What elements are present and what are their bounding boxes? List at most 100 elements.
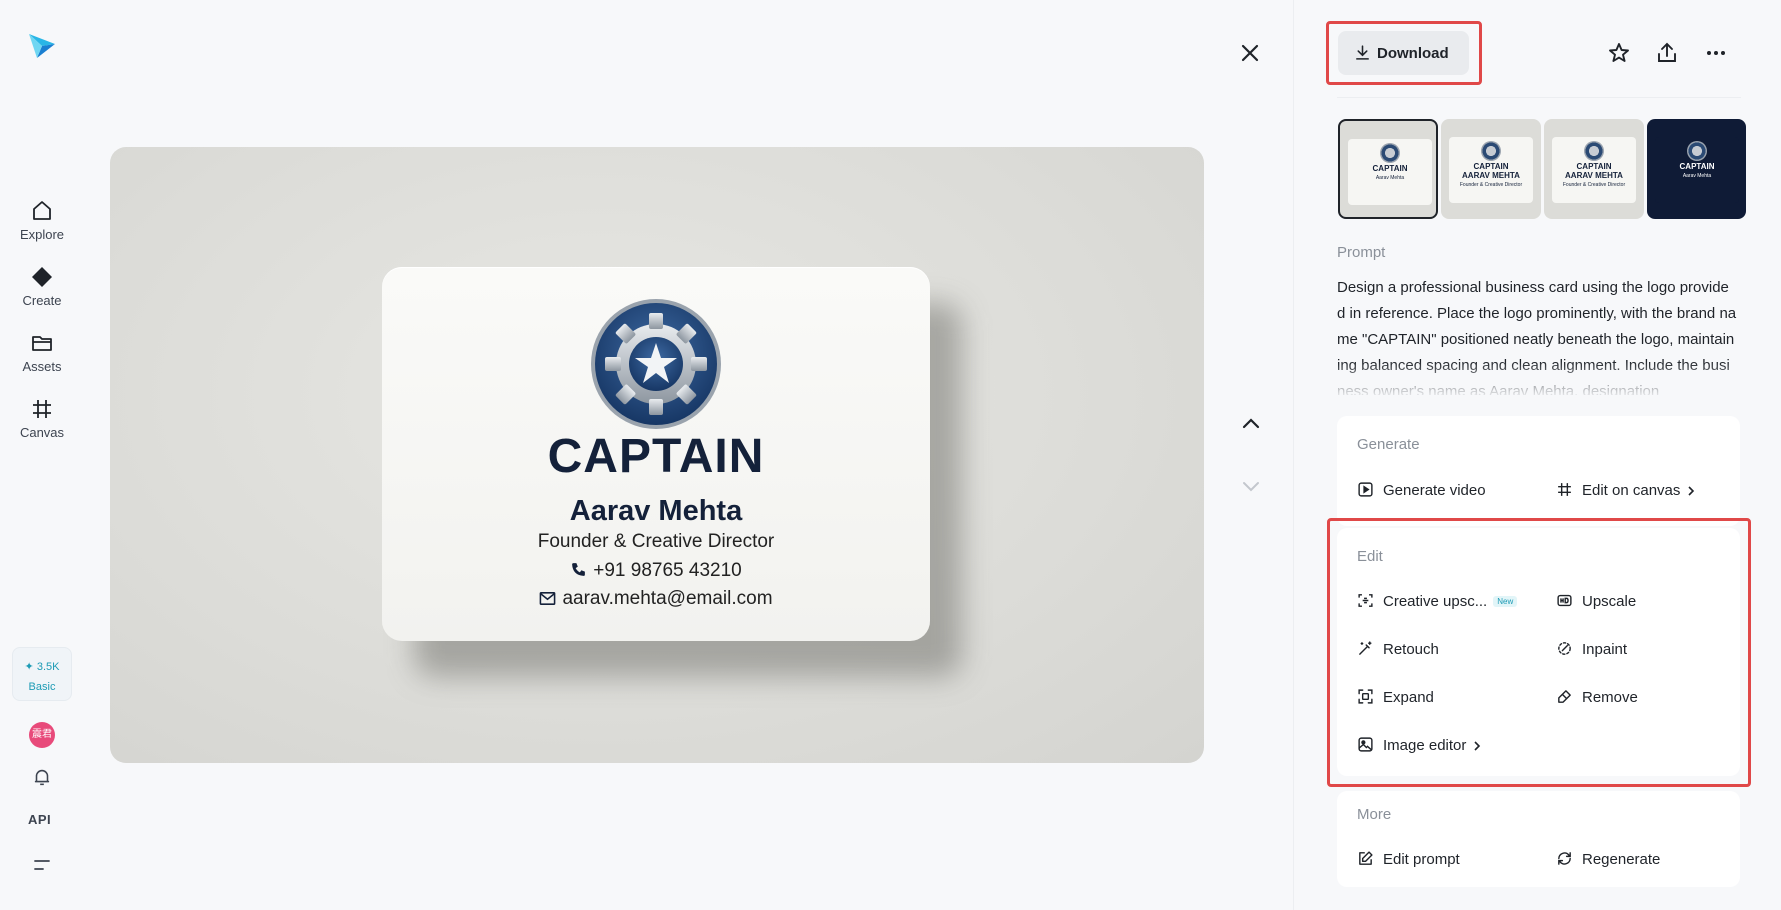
card-email-row: aarav.mehta@email.com xyxy=(382,588,930,610)
download-button[interactable]: Download xyxy=(1338,31,1469,75)
edit-prompt-label: Edit prompt xyxy=(1383,851,1460,868)
chevron-right-icon xyxy=(1688,486,1695,496)
thumbnail-card: CAPTAIN AARAV MEHTA Founder & Creative Dir… xyxy=(1449,137,1533,203)
card-brand: CAPTAIN xyxy=(547,430,765,483)
thumbnail-4[interactable]: CAPTAIN Aarav Mehta xyxy=(1647,119,1746,219)
thumbnail-3[interactable]: CAPTAIN AARAV MEHTA Founder & Creative Dir… xyxy=(1544,119,1644,219)
regenerate-icon xyxy=(1558,852,1571,865)
nav-canvas-label: Canvas xyxy=(19,425,65,440)
card-phone: +91 98765 43210 xyxy=(593,560,742,581)
next-image-arrow-icon[interactable] xyxy=(1240,475,1262,497)
generate-heading: Generate xyxy=(1357,436,1420,453)
thumbnail-card: CAPTAIN AARAV MEHTA Founder & Creative Dir… xyxy=(1552,137,1636,203)
left-sidebar: Explore Create Assets Canvas ✦ 3.5K Basi… xyxy=(0,0,84,910)
thumbnail-brand: CAPTAIN xyxy=(1679,162,1715,171)
generate-video-button[interactable]: Generate video xyxy=(1357,481,1486,499)
edit-prompt-button[interactable]: Edit prompt xyxy=(1357,850,1460,868)
edit-on-canvas-label: Edit on canvas xyxy=(1582,482,1681,499)
phone-icon xyxy=(572,563,586,576)
nav-assets-label: Assets xyxy=(22,359,62,374)
prompt-text[interactable]: Design a professional business card usin… xyxy=(1337,275,1737,395)
thumbnail-brand: CAPTAIN xyxy=(1372,164,1408,173)
image-editor-label: Image editor xyxy=(1383,737,1467,754)
nav-assets[interactable]: Assets xyxy=(0,331,84,374)
thumbnail-logo-icon xyxy=(1687,141,1707,161)
hd-icon xyxy=(1557,594,1572,607)
inpaint-icon xyxy=(1558,642,1571,655)
api-link[interactable]: API xyxy=(28,812,51,827)
thumbnail-2[interactable]: CAPTAIN AARAV MEHTA Founder & Creative Dir… xyxy=(1441,119,1541,219)
creative-upscale-label: Creative upsc... xyxy=(1383,593,1488,610)
thumbnail-card: CAPTAIN Aarav Mehta xyxy=(1655,137,1739,203)
inpaint-button[interactable]: Inpaint xyxy=(1556,640,1627,658)
image-editor-button[interactable]: Image editor xyxy=(1357,736,1482,754)
thumbnail-logo-icon xyxy=(1380,143,1400,163)
card-title: Founder & Creative Director xyxy=(537,531,775,552)
thumbnail-name: AARAV MEHTA xyxy=(1565,171,1623,180)
download-label: Download xyxy=(1377,45,1449,62)
nav-explore[interactable]: Explore xyxy=(0,199,84,242)
credits-plan: Basic xyxy=(28,681,56,693)
close-icon[interactable] xyxy=(1237,40,1263,66)
thumbnail-logo-icon xyxy=(1584,141,1604,161)
retouch-label: Retouch xyxy=(1383,641,1439,658)
thumbnail-sub: Founder & Creative Director xyxy=(1562,182,1626,188)
canvas-icon xyxy=(1558,483,1571,496)
share-icon[interactable] xyxy=(1655,41,1679,65)
credits-badge[interactable]: ✦ 3.5K Basic xyxy=(12,647,72,701)
nav-create[interactable]: Create xyxy=(0,265,84,308)
expand-icon xyxy=(1358,689,1373,704)
magic-wand-icon xyxy=(1359,641,1372,655)
remove-button[interactable]: Remove xyxy=(1556,688,1638,706)
creative-upscale-button[interactable]: Creative upsc... New xyxy=(1357,592,1518,610)
chevron-right-icon xyxy=(1474,741,1481,751)
eraser-icon xyxy=(1558,690,1571,703)
image-editor-icon xyxy=(1358,737,1373,752)
business-card: CAPTAIN Aarav Mehta Founder & Creative D… xyxy=(382,267,930,641)
expand-button[interactable]: Expand xyxy=(1357,688,1434,706)
star-icon[interactable] xyxy=(1607,41,1631,65)
thumbnail-card: CAPTAIN Aarav Mehta xyxy=(1348,139,1432,205)
card-name: Aarav Mehta xyxy=(569,495,743,527)
generate-section: Generate Generate video Edit on canvas xyxy=(1337,416,1740,526)
regenerate-label: Regenerate xyxy=(1582,851,1661,868)
canvas-icon xyxy=(33,400,51,418)
more-options-icon[interactable] xyxy=(1704,41,1728,65)
thumbnail-name: AARAV MEHTA xyxy=(1462,171,1520,180)
menu-icon[interactable] xyxy=(33,857,51,873)
bell-icon[interactable] xyxy=(31,766,53,788)
nav-canvas[interactable]: Canvas xyxy=(0,397,84,440)
edit-icon xyxy=(1359,851,1373,865)
mail-icon xyxy=(540,592,556,605)
creative-upscale-icon xyxy=(1358,594,1373,607)
thumbnail-sub: Aarav Mehta xyxy=(1682,173,1712,179)
nav-create-label: Create xyxy=(22,293,62,308)
gear-star-logo-icon xyxy=(591,299,721,429)
regenerate-button[interactable]: Regenerate xyxy=(1556,850,1660,868)
upscale-button[interactable]: Upscale xyxy=(1556,592,1636,610)
diamond-icon xyxy=(32,267,52,287)
retouch-button[interactable]: Retouch xyxy=(1357,640,1439,658)
new-badge: New xyxy=(1493,596,1518,607)
play-icon xyxy=(1358,482,1373,497)
generate-video-label: Generate video xyxy=(1383,482,1486,499)
edit-on-canvas-button[interactable]: Edit on canvas xyxy=(1556,481,1696,499)
previous-image-arrow-icon[interactable] xyxy=(1240,412,1262,434)
download-icon xyxy=(1356,45,1369,60)
prompt-heading: Prompt xyxy=(1337,244,1386,261)
home-icon xyxy=(33,201,51,220)
card-email: aarav.mehta@email.com xyxy=(562,588,773,609)
edit-section: Edit Creative upsc... New Upscale Retouch… xyxy=(1337,528,1740,776)
app-logo-icon[interactable] xyxy=(27,30,57,60)
panel-divider xyxy=(1293,0,1294,910)
image-preview: CAPTAIN Aarav Mehta Founder & Creative D… xyxy=(110,147,1204,763)
upscale-label: Upscale xyxy=(1582,593,1637,610)
thumbnail-1[interactable]: CAPTAIN Aarav Mehta xyxy=(1338,119,1438,219)
avatar[interactable]: 震君 xyxy=(29,722,55,748)
thumbnail-logo-icon xyxy=(1481,141,1501,161)
folder-icon xyxy=(32,336,52,351)
more-heading: More xyxy=(1357,806,1392,823)
thumbnail-sub: Founder & Creative Director xyxy=(1459,182,1523,188)
edit-heading: Edit xyxy=(1357,548,1383,565)
header-divider xyxy=(1337,97,1741,98)
